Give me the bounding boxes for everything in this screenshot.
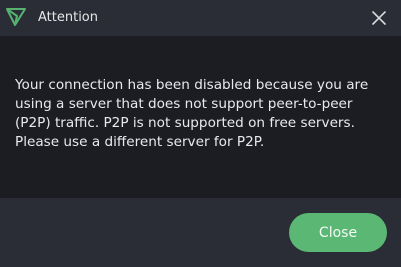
protonvpn-logo-icon [6, 8, 26, 26]
dialog-message: Your connection has been disabled becaus… [15, 77, 369, 150]
close-icon[interactable] [368, 7, 390, 29]
dialog-titlebar: Attention [0, 0, 401, 36]
attention-dialog: Attention Your connection has been disab… [0, 0, 401, 267]
close-button[interactable]: Close [289, 213, 387, 252]
dialog-content: Your connection has been disabled becaus… [0, 36, 401, 198]
dialog-title: Attention [38, 10, 98, 25]
dialog-footer: Close [0, 198, 401, 267]
